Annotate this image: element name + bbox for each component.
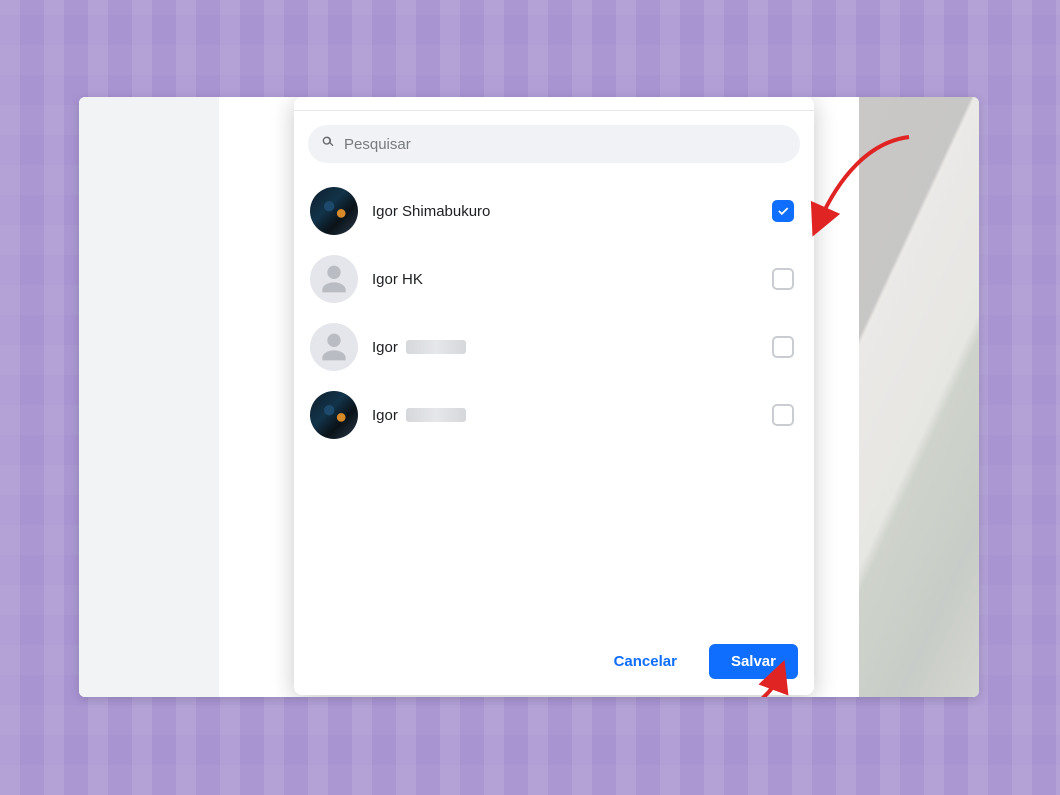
select-checkbox[interactable] bbox=[772, 336, 794, 358]
dialog-footer: Cancelar Salvar bbox=[294, 632, 814, 695]
select-checkbox[interactable] bbox=[772, 200, 794, 222]
people-list: Igor Shimabukuro Igor HK Igor Igor bbox=[308, 177, 800, 449]
redacted-name-fragment bbox=[406, 340, 466, 354]
app-window: Igor Shimabukuro Igor HK Igor Igor Cancelar… bbox=[79, 97, 979, 697]
person-name: Igor bbox=[372, 339, 772, 356]
search-input-wrapper[interactable] bbox=[308, 125, 800, 163]
person-row[interactable]: Igor Shimabukuro bbox=[308, 177, 800, 245]
select-people-dialog: Igor Shimabukuro Igor HK Igor Igor Cancelar… bbox=[294, 97, 814, 695]
person-row[interactable]: Igor bbox=[308, 313, 800, 381]
person-name: Igor bbox=[372, 407, 772, 424]
avatar bbox=[310, 323, 358, 371]
background-photo-strip bbox=[859, 97, 979, 697]
article-frame: Igor Shimabukuro Igor HK Igor Igor Cancelar… bbox=[0, 0, 1060, 795]
redacted-name-fragment bbox=[406, 408, 466, 422]
person-icon bbox=[314, 259, 354, 299]
save-button[interactable]: Salvar bbox=[709, 644, 798, 679]
cancel-button[interactable]: Cancelar bbox=[592, 644, 699, 679]
background-left-panel bbox=[79, 97, 219, 697]
search-icon bbox=[320, 134, 344, 155]
avatar bbox=[310, 391, 358, 439]
select-checkbox[interactable] bbox=[772, 268, 794, 290]
dialog-body: Igor Shimabukuro Igor HK Igor Igor bbox=[294, 111, 814, 632]
person-name: Igor Shimabukuro bbox=[372, 203, 772, 220]
person-row[interactable]: Igor bbox=[308, 381, 800, 449]
dialog-header-divider bbox=[294, 97, 814, 111]
select-checkbox[interactable] bbox=[772, 404, 794, 426]
search-input[interactable] bbox=[344, 136, 788, 153]
avatar bbox=[310, 187, 358, 235]
person-row[interactable]: Igor HK bbox=[308, 245, 800, 313]
person-name: Igor HK bbox=[372, 271, 772, 288]
avatar bbox=[310, 255, 358, 303]
person-icon bbox=[314, 327, 354, 367]
check-icon bbox=[776, 204, 790, 218]
